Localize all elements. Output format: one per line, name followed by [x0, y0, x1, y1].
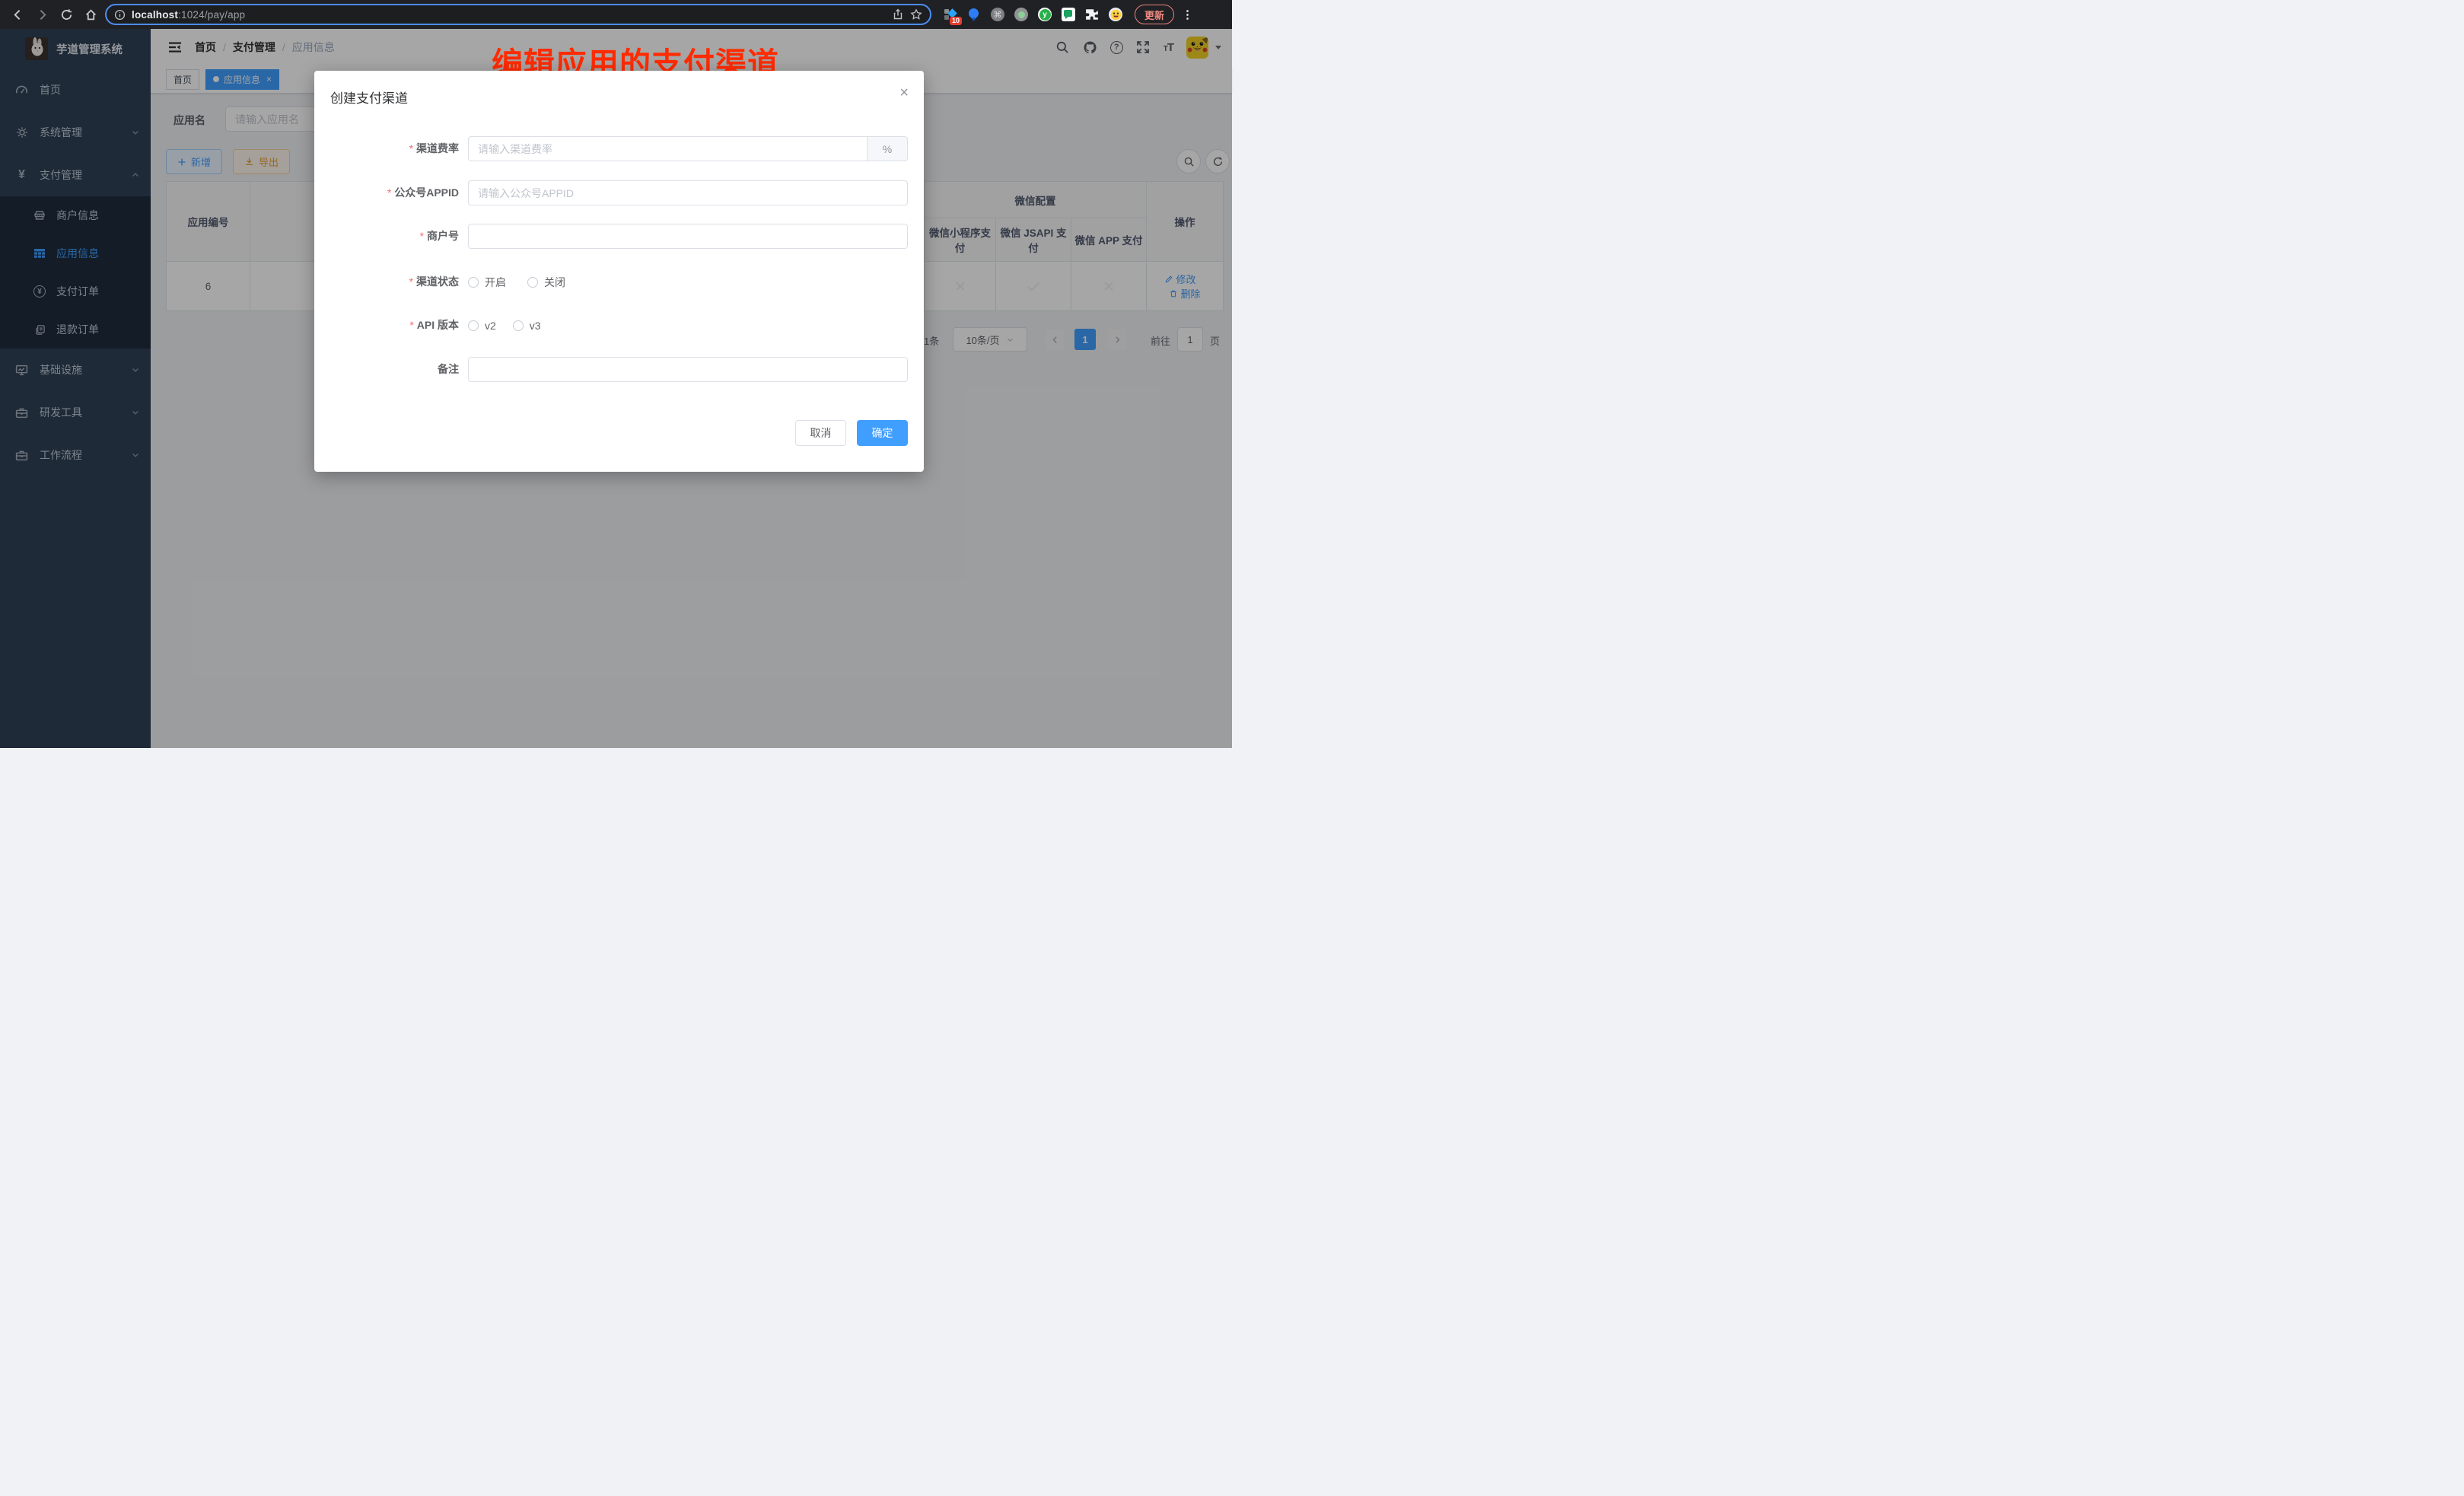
- extension-icon-balloon[interactable]: [967, 8, 981, 21]
- extension-icon-diamond[interactable]: 10: [944, 8, 957, 21]
- browser-back-button[interactable]: [8, 5, 27, 24]
- browser-update-button[interactable]: 更新: [1135, 5, 1174, 24]
- extension-icon-green-dot[interactable]: [1014, 8, 1028, 21]
- form-row-rate: 渠道费率 %: [314, 136, 924, 161]
- appid-input[interactable]: [468, 180, 908, 205]
- radio-circle[interactable]: [468, 320, 479, 331]
- rate-percent-suffix: %: [867, 136, 908, 161]
- dialog-title: 创建支付渠道: [330, 88, 408, 107]
- extension-icon-y[interactable]: y: [1038, 8, 1052, 21]
- status-radio-open[interactable]: 开启: [468, 275, 506, 290]
- form-row-appid: 公众号APPID: [314, 180, 924, 205]
- cancel-button[interactable]: 取消: [795, 420, 846, 446]
- merchant-input[interactable]: [468, 224, 908, 249]
- url-text: localhost:1024/pay/app: [132, 9, 245, 21]
- api-radio-v3[interactable]: v3: [513, 320, 541, 332]
- form-row-status: 渠道状态 开启 关闭: [314, 269, 924, 294]
- dialog-footer: 取消 确定: [314, 420, 924, 446]
- confirm-button[interactable]: 确定: [857, 420, 908, 446]
- radio-circle[interactable]: [527, 277, 538, 288]
- browser-menu-icon[interactable]: ⋮: [1182, 8, 1193, 21]
- form-row-remark: 备注: [314, 357, 924, 382]
- browser-home-button[interactable]: [81, 5, 100, 24]
- remark-label: 备注: [314, 357, 459, 382]
- site-info-icon[interactable]: [114, 9, 126, 21]
- browser-extensions: 10 ⌘ y: [944, 8, 1122, 21]
- share-icon[interactable]: [892, 8, 904, 21]
- remark-input[interactable]: [468, 357, 908, 382]
- form-row-api-version: API 版本 v2 v3: [314, 313, 924, 338]
- radio-circle[interactable]: [468, 277, 479, 288]
- radio-circle[interactable]: [513, 320, 524, 331]
- rate-label: 渠道费率: [314, 136, 459, 161]
- appid-label: 公众号APPID: [314, 180, 459, 205]
- api-radio-v2[interactable]: v2: [468, 320, 496, 332]
- browser-toolbar: localhost:1024/pay/app 10 ⌘ y: [0, 0, 1232, 29]
- browser-address-bar[interactable]: localhost:1024/pay/app: [105, 4, 931, 25]
- extension-icon-command[interactable]: ⌘: [991, 8, 1004, 21]
- dialog-close-icon[interactable]: ×: [899, 84, 909, 102]
- api-version-label: API 版本: [314, 313, 459, 338]
- form-row-merchant: 商户号: [314, 224, 924, 249]
- browser-forward-button[interactable]: [32, 5, 52, 24]
- create-payment-channel-dialog: 创建支付渠道 × 渠道费率 % 公众号APPID 商户号 渠道状态 开启 关闭 …: [314, 71, 924, 472]
- status-radio-closed[interactable]: 关闭: [527, 275, 565, 290]
- extensions-puzzle-icon[interactable]: [1085, 8, 1099, 21]
- merchant-label: 商户号: [314, 224, 459, 249]
- extension-icon-chat[interactable]: [1062, 8, 1075, 21]
- rate-input[interactable]: [468, 136, 867, 161]
- browser-reload-button[interactable]: [56, 5, 76, 24]
- bookmark-star-icon[interactable]: [910, 8, 922, 21]
- status-label: 渠道状态: [314, 269, 459, 294]
- profile-avatar-emoji[interactable]: [1109, 8, 1122, 21]
